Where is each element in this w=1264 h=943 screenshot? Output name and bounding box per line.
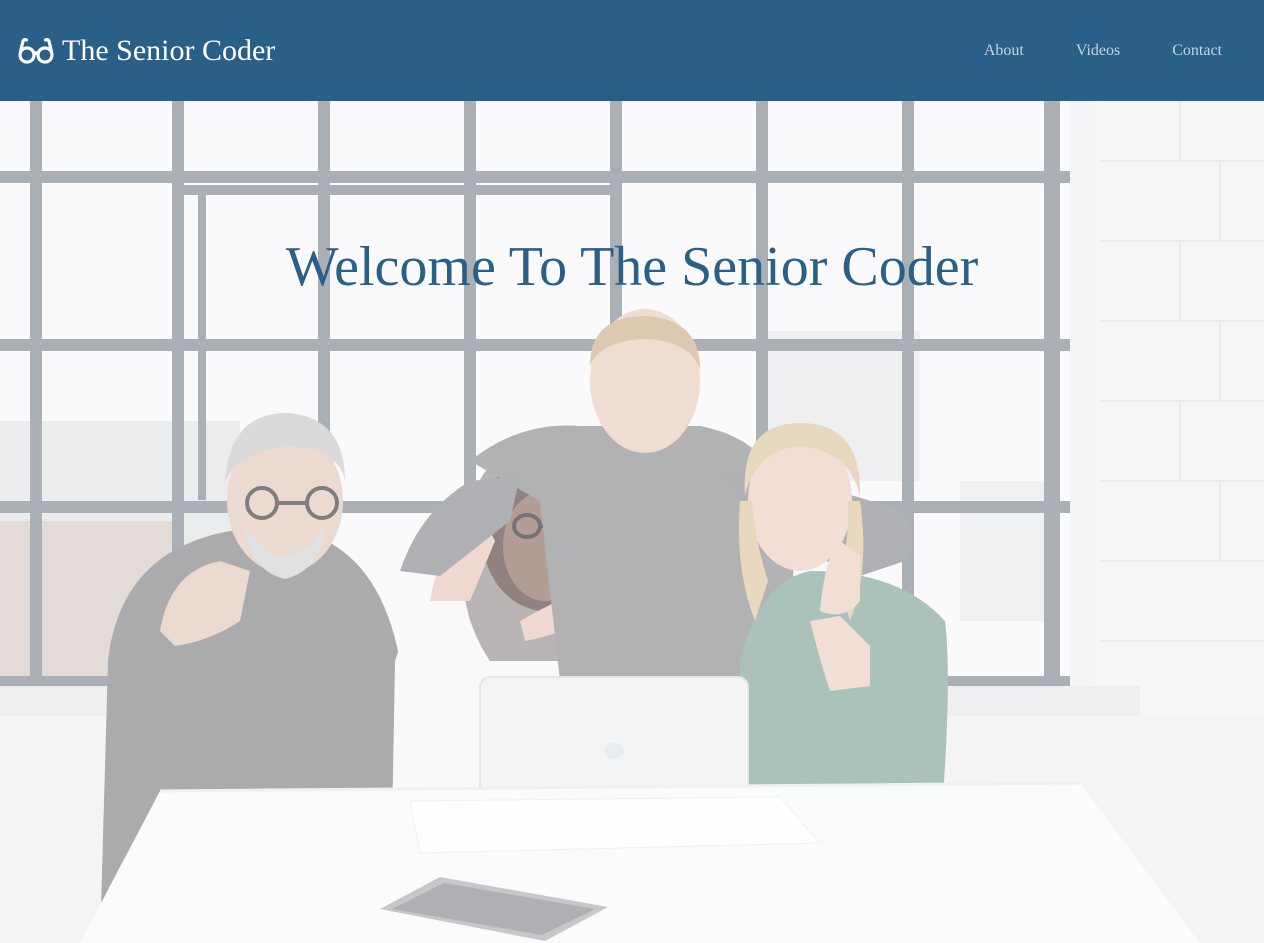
brand-link[interactable]: The Senior Coder <box>18 33 276 67</box>
brand-name: The Senior Coder <box>62 33 276 67</box>
hero-section: Welcome To The Senior Coder <box>0 101 1264 943</box>
site-header: The Senior Coder About Videos Contact <box>0 0 1264 101</box>
page: The Senior Coder About Videos Contact We… <box>0 0 1264 943</box>
nav-videos-link[interactable]: Videos <box>1076 42 1120 60</box>
nav-contact-link[interactable]: Contact <box>1172 42 1222 60</box>
hero-photo <box>0 101 1264 943</box>
glasses-icon <box>18 37 54 65</box>
nav-about-link[interactable]: About <box>984 42 1024 60</box>
main-nav: About Videos Contact <box>932 42 1222 60</box>
hero-title: Welcome To The Senior Coder <box>285 236 979 298</box>
